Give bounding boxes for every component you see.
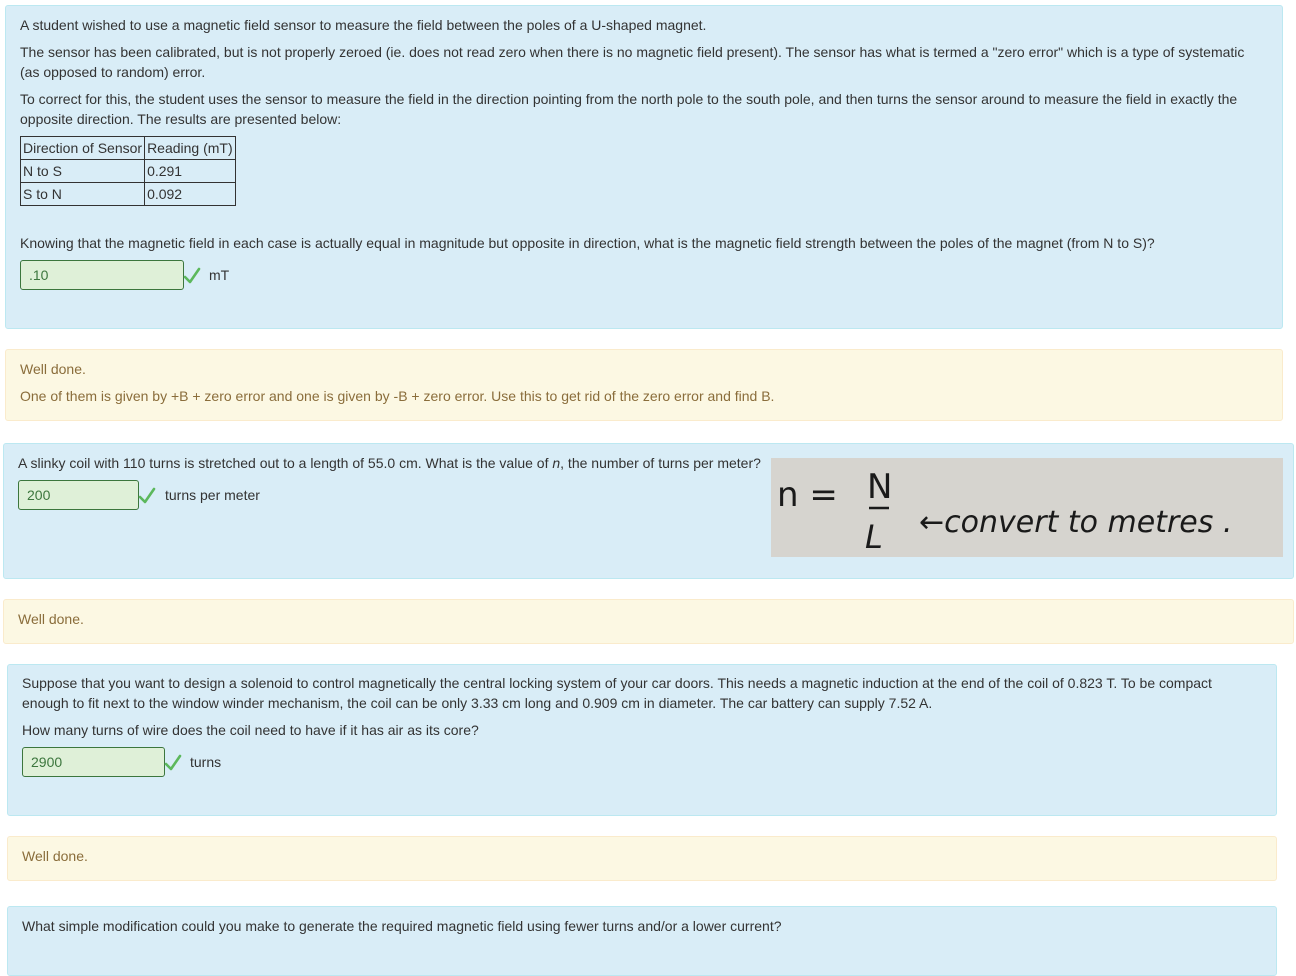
formula-denominator: L bbox=[865, 518, 883, 556]
question-text: A student wished to use a magnetic field… bbox=[20, 17, 707, 33]
formula-numerator: N bbox=[867, 467, 892, 507]
handwritten-hint-image: n = N L ←convert to metres . bbox=[771, 458, 1283, 557]
answer-input[interactable] bbox=[20, 260, 184, 290]
answer-input[interactable] bbox=[22, 747, 165, 777]
feedback-card: Well done. bbox=[7, 836, 1277, 881]
feedback-text: Well done. bbox=[18, 611, 84, 627]
table-cell: N to S bbox=[19, 159, 146, 183]
answer-input[interactable] bbox=[18, 480, 139, 510]
check-icon bbox=[183, 267, 201, 284]
feedback-hint: One of them is given by +B + zero error … bbox=[20, 388, 775, 404]
formula-lhs: n = bbox=[777, 475, 838, 515]
question-text: To correct for this, the student uses th… bbox=[20, 91, 1238, 127]
check-icon bbox=[138, 487, 156, 504]
table-cell: 0.291 bbox=[144, 159, 236, 183]
question-card-slinky: A slinky coil with 110 turns is stretche… bbox=[3, 443, 1294, 579]
question-card-zero-error: A student wished to use a magnetic field… bbox=[5, 5, 1283, 329]
table-cell: 0.092 bbox=[144, 182, 236, 206]
feedback-text: Well done. bbox=[22, 848, 88, 864]
variable-n: n bbox=[552, 455, 561, 471]
table-header-cell: Reading (mT) bbox=[144, 136, 236, 160]
question-text: Suppose that you want to design a soleno… bbox=[22, 675, 1212, 711]
convert-note: ←convert to metres . bbox=[919, 505, 1232, 540]
feedback-card: Well done. bbox=[3, 599, 1294, 644]
question-text: What simple modification could you make … bbox=[22, 918, 782, 934]
check-icon bbox=[164, 754, 182, 771]
question-card-solenoid: Suppose that you want to design a soleno… bbox=[7, 664, 1277, 816]
unit-label: turns per meter bbox=[165, 487, 260, 503]
question-prompt: Knowing that the magnetic field in each … bbox=[20, 235, 1155, 251]
unit-label: turns bbox=[190, 754, 222, 770]
table-header-row: Direction of Sensor Reading (mT) bbox=[19, 136, 236, 160]
table-cell: S to N bbox=[19, 182, 146, 206]
unit-label: mT bbox=[209, 267, 230, 283]
table-row: S to N 0.092 bbox=[19, 182, 236, 206]
table-row: N to S 0.291 bbox=[19, 159, 236, 183]
table-header-cell: Direction of Sensor bbox=[19, 136, 146, 160]
question-text: The sensor has been calibrated, but is n… bbox=[20, 44, 1245, 80]
feedback-card: Well done. One of them is given by +B + … bbox=[5, 349, 1283, 421]
question-card-modification: What simple modification could you make … bbox=[7, 906, 1277, 976]
question-prompt: How many turns of wire does the coil nee… bbox=[22, 722, 479, 738]
question-text: A slinky coil with 110 turns is stretche… bbox=[18, 455, 761, 471]
readings-table: Direction of Sensor Reading (mT) N to S … bbox=[19, 136, 236, 206]
feedback-text: Well done. bbox=[20, 361, 86, 377]
